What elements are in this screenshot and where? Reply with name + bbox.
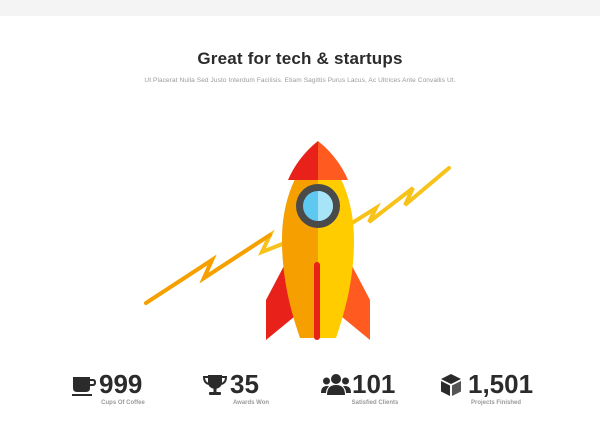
coffee-cup-icon bbox=[72, 377, 96, 396]
stat-projects-finished: 1,501 Projects Finished bbox=[438, 368, 548, 412]
stat-value: 1,501 bbox=[468, 369, 534, 399]
stat-label: Awards Won bbox=[232, 400, 270, 406]
stat-cups-of-coffee: 999 Cups Of Coffee bbox=[72, 368, 152, 412]
stat-satisfied-clients: 101 Satisfied Clients bbox=[321, 368, 411, 412]
users-icon bbox=[321, 374, 351, 395]
stat-label: Satisfied Clients bbox=[351, 400, 399, 406]
trophy-icon bbox=[202, 375, 228, 395]
stat-label: Projects Finished bbox=[470, 400, 521, 406]
rocket-nose-right bbox=[318, 141, 348, 180]
stat-awards-won: 35 Awards Won bbox=[202, 368, 282, 412]
stat-value: 999 bbox=[99, 369, 143, 399]
stat-value: 101 bbox=[352, 369, 396, 399]
cube-icon bbox=[441, 374, 461, 396]
rocket-nose-left bbox=[288, 141, 318, 180]
stat-value: 35 bbox=[230, 369, 259, 399]
stat-label: Cups Of Coffee bbox=[101, 400, 145, 406]
rocket-exhaust-stripe bbox=[314, 262, 320, 340]
